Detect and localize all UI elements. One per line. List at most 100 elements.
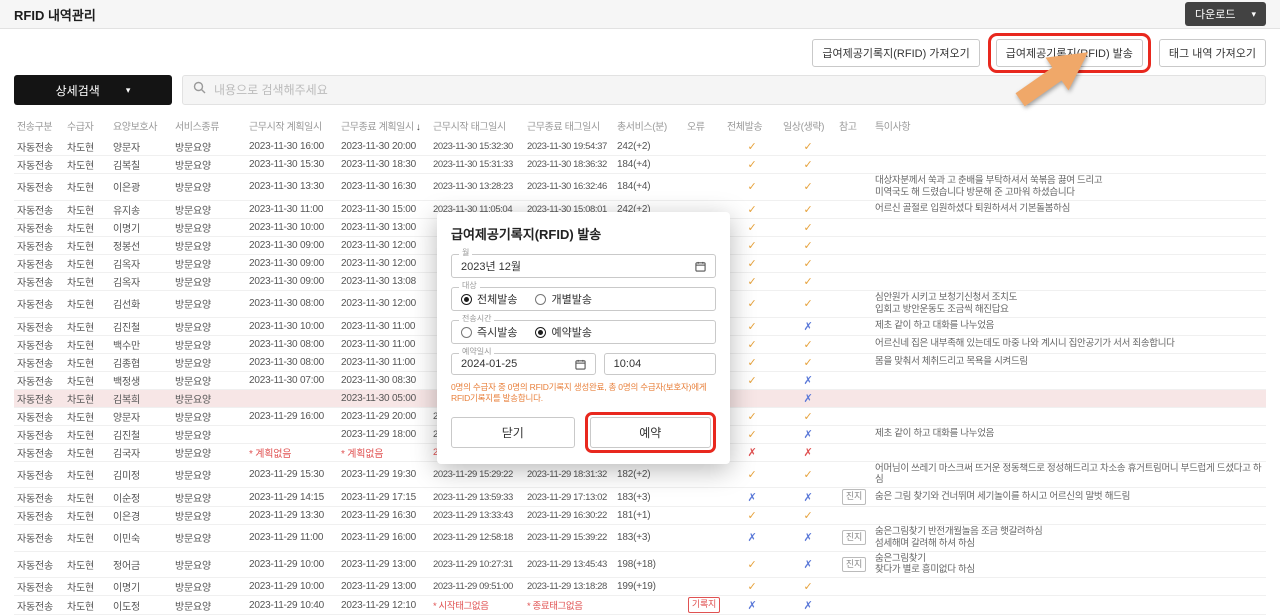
cell-send-type: 자동전송 [14,443,64,462]
column-header-error[interactable]: 오류 [684,113,724,138]
column-header-send-type[interactable]: 전송구분 [14,113,64,138]
column-header-note[interactable]: 특이사항 [872,113,1266,138]
column-header-ref[interactable]: 참고 [836,113,872,138]
schedule-date-field[interactable]: 예약일시 2024-01-25 [451,348,596,375]
search-input[interactable] [214,83,1255,97]
column-header-caregiver[interactable]: 요양보호사 [110,113,172,138]
table-row[interactable]: 자동전송 차도현 김미정 방문요양 2023-11-29 15:30 2023-11-29… [14,461,1266,489]
cell-plan-start: 2023-11-29 15:30 [246,461,338,489]
search-bar[interactable] [182,75,1266,105]
column-header-plan-end[interactable]: 근무종료 계획일시 ↓ [338,113,430,138]
cell-note: 어머님이 쓰레기 마스크써 뜨거운 정동책드로 정성해드리고 차소송 휴거트림머… [872,461,1266,489]
radio-label: 즉시발송 [477,327,518,339]
radio-selected-icon[interactable] [461,293,472,305]
table-row[interactable]: 자동전송 차도현 김복칠 방문요양 2023-11-30 15:30 2023-11-30… [14,155,1266,174]
calendar-icon[interactable] [695,261,706,272]
radio-option[interactable]: 전체발송 [461,291,517,307]
cell-caregiver: 이명기 [110,577,172,597]
cell-error [684,155,724,174]
cell-plan-start: 2023-11-30 09:00 [246,254,338,273]
import-tag-history-button[interactable]: 태그 내역 가져오기 [1158,39,1266,67]
check-icon: ✓ [747,141,757,153]
column-header-tag-end[interactable]: 근무종료 태그일시 [524,113,614,138]
cell-daily-skip: ✓ [780,353,836,372]
cell-total-min: 198(+18) [614,551,684,579]
table-row[interactable]: 자동전송 차도현 이순정 방문요양 2023-11-29 14:15 2023-11-29… [14,487,1266,507]
cell-caregiver: 이은경 [110,506,172,525]
advanced-search-label: 상세검색 [55,83,100,98]
cell-plan-start: 2023-11-29 11:00 [246,524,338,552]
schedule-row: 예약일시 2024-01-25 10:04 [451,348,716,375]
radio-unselected-icon[interactable] [461,326,472,338]
cell-send-all: ✗ [724,595,780,615]
sort-desc-icon[interactable]: ↓ [416,122,421,133]
cell-service-type: 방문요양 [172,290,246,318]
cell-plan-end: 2023-11-30 11:00 [338,353,430,372]
check-icon: ✓ [747,203,757,216]
cell-send-all: ✗ [724,443,780,462]
close-button[interactable]: 닫기 [451,416,575,448]
table-row[interactable]: 자동전송 차도현 이명기 방문요양 2023-11-29 10:00 2023-11-29… [14,577,1266,597]
download-button[interactable]: 다운로드 ▾ [1184,2,1266,26]
check-icon: ✓ [747,298,757,311]
cell-plan-end: 2023-11-29 13:00 [338,551,430,579]
cell-caregiver: 김복희 [110,389,172,408]
cell-note [872,595,1266,615]
cell-tag-end: 2023-11-30 18:36:32 [524,155,614,174]
table-row[interactable]: 자동전송 차도현 정어금 방문요양 2023-11-29 10:00 2023-11-29… [14,551,1266,579]
column-header-tag-start[interactable]: 근무시작 태그일시 [430,113,524,138]
check-icon: ✓ [747,428,757,441]
cell-ref [836,200,872,219]
cell-send-all: ✓ [724,425,780,444]
cell-service-type: 방문요양 [172,389,246,408]
cell-error [684,506,724,525]
radio-unselected-icon[interactable] [535,293,547,305]
schedule-time-field[interactable]: 10:04 [603,353,716,375]
advanced-search-button[interactable]: 상세검색 ▾ [14,75,172,105]
cell-tag-end: 2023-11-29 18:31:32 [524,461,614,489]
cell-caregiver: 김선화 [110,290,172,318]
column-header-recipient[interactable]: 수급자 [64,113,110,138]
import-rfid-record-button[interactable]: 급여제공기록지(RFID) 가져오기 [812,39,980,67]
column-header-daily-skip[interactable]: 일상(생략) [780,113,836,138]
cell-send-all: ✓ [724,506,780,525]
check-icon: ✓ [747,181,757,194]
table-row[interactable]: 자동전송 차도현 이은경 방문요양 2023-11-29 13:30 2023-11-29… [14,506,1266,525]
cell-service-type: 방문요양 [172,595,246,615]
radio-selected-icon[interactable] [535,326,547,338]
cell-plan-start: 2023-11-29 10:00 [246,551,338,579]
column-header-send-all[interactable]: 전체발송 [724,113,780,138]
cell-note: 대상자분께서 쑥과 고 춘배을 부탁하셔서 쑥볶음 끓여 드리고 미역국도 해 … [872,173,1266,201]
table-row[interactable]: 자동전송 차도현 이민숙 방문요양 2023-11-29 11:00 2023-11-29… [14,524,1266,552]
month-field[interactable]: 월 2023년 12월 [451,249,716,278]
cell-send-type: 자동전송 [14,487,64,507]
cell-send-type: 자동전송 [14,389,64,408]
status-badge: 진지 [841,489,867,505]
cell-recipient: 차도현 [64,443,110,462]
cell-note [872,254,1266,273]
cell-tag-start: * 시작태그없음 [430,595,524,615]
reserve-button[interactable]: 예약 [589,416,711,448]
cell-plan-start: 2023-11-29 16:00 [246,407,338,426]
cell-service-type: 방문요양 [172,425,246,444]
cell-note [872,371,1266,390]
cell-plan-end: 2023-11-30 08:30 [338,371,430,390]
cell-total-min: 242(+2) [614,138,684,156]
table-row[interactable]: 자동전송 차도현 이은광 방문요양 2023-11-30 13:30 2023-11-30… [14,173,1266,201]
table-row[interactable]: 자동전송 차도현 양문자 방문요양 2023-11-30 16:00 2023-11-30… [14,138,1266,156]
column-header-service-type[interactable]: 서비스종류 [172,113,246,138]
column-header-plan-start[interactable]: 근무시작 계획일시 [246,113,338,138]
cell-service-type: 방문요양 [172,218,246,237]
cell-plan-end: 2023-11-29 16:00 [338,524,430,552]
radio-option[interactable]: 예약발송 [535,324,592,340]
cell-send-type: 자동전송 [14,551,64,579]
table-row[interactable]: 자동전송 차도현 이도정 방문요양 2023-11-29 10:40 2023-11-29… [14,595,1266,615]
cell-error: 기록지 [684,595,724,615]
radio-option[interactable]: 개별발송 [535,291,592,307]
calendar-icon[interactable] [575,359,586,370]
cell-tag-end: 2023-11-29 17:13:02 [524,487,614,507]
radio-option[interactable]: 즉시발송 [461,324,517,340]
send-rfid-record-button[interactable]: 급여제공기록지(RFID) 발송 [995,39,1143,67]
cell-ref [836,236,872,255]
column-header-total-min[interactable]: 총서비스(분) [614,113,684,138]
